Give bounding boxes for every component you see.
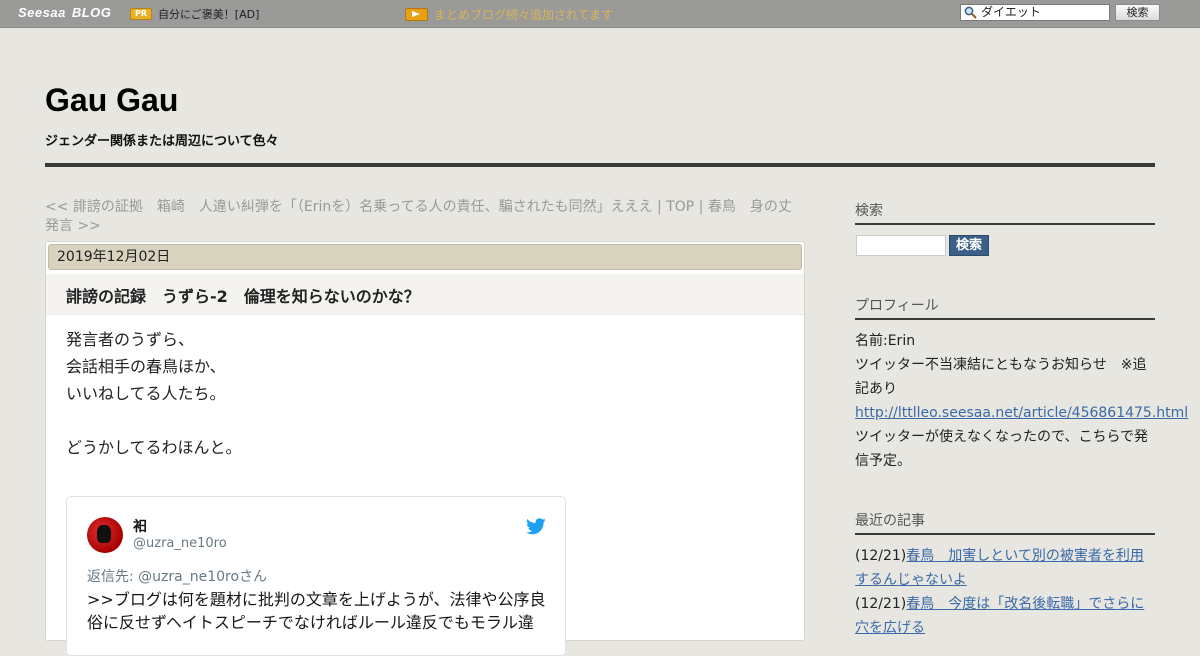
tweet-author-handle[interactable]: @uzra_ne10ro xyxy=(133,536,227,551)
top-search-input[interactable]: ダイエット xyxy=(960,4,1110,21)
post-title-bar: 誹謗の記録 うずら-2 倫理を知らないのかな？ xyxy=(46,274,804,315)
seesaa-blog-logo[interactable]: Seesaa BLOG xyxy=(18,5,111,21)
tweet-author-name[interactable]: 衵 xyxy=(133,516,147,536)
recent-item-date: (12/21) xyxy=(855,596,907,612)
twitter-bird-icon[interactable] xyxy=(526,518,546,535)
header-divider xyxy=(45,163,1155,167)
pr-badge: PR xyxy=(130,8,152,20)
body-line: どうかしてるわほんと。 xyxy=(66,438,242,457)
prev-article-link[interactable]: << 誹謗の証拠 箱崎 人違い糾弾を「（Erinを）名乗ってる人の責任、騙された… xyxy=(45,199,653,215)
top-link[interactable]: TOP xyxy=(666,199,694,215)
tweet-reply-to[interactable]: 返信先: @uzra_ne10roさん xyxy=(87,566,267,586)
body-gap xyxy=(66,407,242,434)
article: 2019年12月02日 誹謗の記録 うずら-2 倫理を知らないのかな？ 発言者の… xyxy=(45,241,805,656)
recent-item-date: (12/21) xyxy=(855,548,907,564)
profile-link[interactable]: http://lttlleo.seesaa.net/article/456861… xyxy=(855,405,1188,421)
post-title[interactable]: 誹謗の記録 うずら-2 倫理を知らないのかな？ xyxy=(66,283,420,307)
body-line: 発言者のうずら、 xyxy=(66,330,195,349)
profile-notice: ツイッター不当凍結にともなうお知らせ ※追記あり xyxy=(855,357,1147,397)
top-search-button[interactable]: 検索 xyxy=(1115,4,1160,21)
logo-blog-text: BLOG xyxy=(71,5,112,20)
sidebar-search-input[interactable] xyxy=(856,235,946,256)
matome-blog-link[interactable]: まとめブログ続々追加されてます xyxy=(434,6,613,23)
nav-separator: | xyxy=(694,199,708,215)
avatar[interactable] xyxy=(87,517,123,553)
top-search-value: ダイエット xyxy=(981,5,1041,19)
ad-link[interactable]: 自分にご褒美！[AD] xyxy=(158,6,259,22)
post-date: 2019年12月02日 xyxy=(48,244,802,270)
recent-articles-list: (12/21)春鳥 加害しといて別の被害者を利用するんじゃないよ (12/21)… xyxy=(855,544,1155,640)
profile-section: 名前:Erin ツイッター不当凍結にともなうお知らせ ※追記あり http://… xyxy=(855,329,1188,473)
sidebar-profile-heading: プロフィール xyxy=(855,295,1155,320)
body-line: 会話相手の春鳥ほか、 xyxy=(66,357,226,376)
list-item: (12/21)春鳥 加害しといて別の被害者を利用するんじゃないよ xyxy=(855,544,1155,592)
search-icon xyxy=(964,6,977,19)
sidebar-search-button[interactable]: 検索 xyxy=(949,235,989,256)
top-bar: Seesaa BLOG PR 自分にご褒美！[AD] まとめブログ続々追加されてま… xyxy=(0,0,1200,28)
arrow-right-icon xyxy=(405,8,428,21)
post-body: 発言者のうずら、 会話相手の春鳥ほか、 いいねしてる人たち。 どうかしてるわほん… xyxy=(66,326,242,461)
logo-text: Seesaa xyxy=(18,5,66,20)
tweet-text: >>ブログは何を題材に批判の文章を上げようが、法律や公序良俗に反せずヘイトスピー… xyxy=(87,590,546,632)
sidebar-search-heading: 検索 xyxy=(855,200,1155,225)
article-navigation: << 誹謗の証拠 箱崎 人違い糾弾を「（Erinを）名乗ってる人の責任、騙された… xyxy=(45,198,805,236)
embedded-tweet[interactable]: 衵 @uzra_ne10ro 返信先: @uzra_ne10roさん >>ブログ… xyxy=(66,496,566,656)
list-item: (12/21)春鳥 今度は「改名後転職」でさらに穴を広げる xyxy=(855,592,1155,640)
nav-separator: | xyxy=(652,199,667,215)
profile-after-text: ツイッターが使えなくなったので、こちらで発信予定。 xyxy=(855,429,1149,469)
sidebar-recent-heading: 最近の記事 xyxy=(855,510,1155,535)
profile-name: 名前:Erin xyxy=(855,333,916,349)
site-description: ジェンダー関係または周辺について色々 xyxy=(45,134,279,149)
site-title[interactable]: Gau Gau xyxy=(45,82,178,119)
body-line: いいねしてる人たち。 xyxy=(66,384,226,403)
